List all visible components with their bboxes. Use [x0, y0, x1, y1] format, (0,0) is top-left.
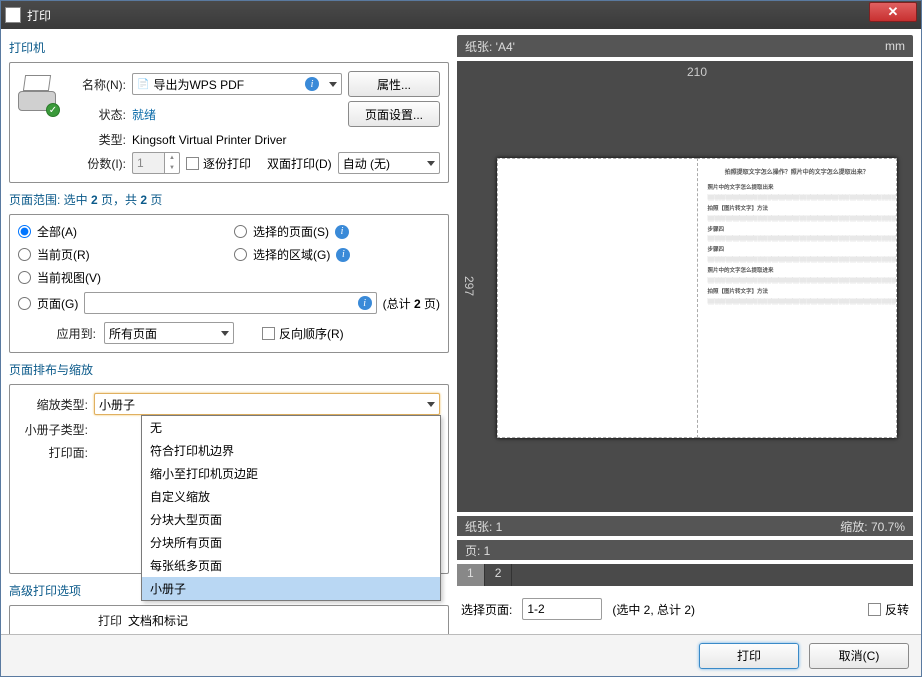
footer: 打印 取消(C): [1, 634, 921, 676]
pages-input[interactable]: i: [84, 292, 376, 314]
app-icon: [5, 7, 21, 23]
print-dialog: 打印 ✕ 打印机 ✓ 名称(N): 📄导出为WPS PDF i 属性... 状态…: [0, 0, 922, 677]
select-pages-label: 选择页面:: [461, 601, 512, 618]
copies-label: 份数(I):: [66, 155, 126, 172]
option-booklet[interactable]: 小册子: [142, 577, 440, 600]
name-label: 名称(N):: [66, 76, 126, 93]
type-label: 类型:: [66, 131, 126, 148]
option-fit-printer[interactable]: 符合打印机边界: [142, 439, 440, 462]
duplex-label: 双面打印(D): [267, 155, 332, 172]
booklet-type-label: 小册子类型:: [18, 421, 88, 438]
info-icon[interactable]: i: [335, 225, 349, 239]
layout-section-title: 页面排布与缩放: [9, 361, 449, 378]
preview-sheet: 拍照提取文字怎么操作？照片中的文字怎么提取出来？ 照片中的文字怎么提取出来 ░░…: [497, 158, 897, 438]
info-icon[interactable]: i: [358, 296, 372, 310]
option-tile-large[interactable]: 分块大型页面: [142, 508, 440, 531]
preview-area: 297 210 拍照提取文字怎么操作？照片中的文字怎么提取出来？ 照片中的文字怎…: [457, 61, 913, 512]
range-selected-pages-radio[interactable]: 选择的页面(S) i: [234, 223, 440, 240]
printer-icon: ✓: [18, 75, 58, 115]
option-tile-all[interactable]: 分块所有页面: [142, 531, 440, 554]
ruler-vertical: 297: [457, 61, 481, 512]
window-title: 打印: [27, 7, 869, 24]
copies-spinner[interactable]: 1 ▲▼: [132, 152, 180, 174]
layout-panel: 缩放类型: 小册子 小册子类型: 打印面: 无 符合打印机边界 缩小至打印机页边…: [9, 384, 449, 574]
range-panel: 全部(A) 选择的页面(S) i 当前页(R) 选择的区域(G) i 当前视图(…: [9, 214, 449, 353]
page-tab-2[interactable]: 2: [485, 564, 513, 586]
preview-meta2: 页: 1: [457, 540, 913, 560]
zoom-type-dropdown[interactable]: 无 符合打印机边界 缩小至打印机页边距 自定义缩放 分块大型页面 分块所有页面 …: [141, 415, 441, 601]
print-what-value: 文档和标记: [128, 612, 188, 629]
properties-button[interactable]: 属性...: [348, 71, 440, 97]
pages-total-text: (总计 2 页): [383, 295, 440, 312]
status-label: 状态:: [66, 106, 126, 123]
preview-meta: 纸张: 1 缩放: 70.7%: [457, 516, 913, 536]
info-icon[interactable]: i: [305, 77, 319, 91]
print-button[interactable]: 打印: [699, 643, 799, 669]
printer-panel: ✓ 名称(N): 📄导出为WPS PDF i 属性... 状态: 就绪 页面设置…: [9, 62, 449, 183]
apply-select[interactable]: 所有页面: [104, 322, 234, 344]
collate-checkbox[interactable]: 逐份打印: [186, 155, 251, 172]
duplex-select[interactable]: 自动 (无): [338, 152, 440, 174]
range-view-radio[interactable]: 当前视图(V): [18, 269, 224, 286]
option-multi-per-sheet[interactable]: 每张纸多页面: [142, 554, 440, 577]
select-pages-info: (选中 2, 总计 2): [612, 601, 695, 618]
titlebar: 打印 ✕: [1, 1, 921, 29]
range-selected-area-radio[interactable]: 选择的区域(G) i: [234, 246, 440, 263]
print-what-label: 打印: [18, 612, 122, 629]
page-setup-button[interactable]: 页面设置...: [348, 101, 440, 127]
page-tab-1[interactable]: 1: [457, 564, 485, 586]
printer-name-select[interactable]: 📄导出为WPS PDF i: [132, 73, 342, 95]
preview-page-content: 拍照提取文字怎么操作？照片中的文字怎么提取出来？ 照片中的文字怎么提取出来 ░░…: [697, 158, 898, 438]
select-pages-input[interactable]: 1-2: [522, 598, 602, 620]
paper-header: 纸张: 'A4'mm: [457, 35, 913, 57]
status-value[interactable]: 就绪: [132, 106, 342, 123]
info-icon[interactable]: i: [336, 248, 350, 262]
print-side-label: 打印面:: [18, 444, 88, 461]
range-all-radio[interactable]: 全部(A): [18, 223, 224, 240]
zoom-type-select[interactable]: 小册子: [94, 393, 440, 415]
apply-label: 应用到:: [18, 325, 96, 342]
close-button[interactable]: ✕: [869, 2, 917, 22]
printer-section-title: 打印机: [9, 39, 449, 56]
range-pages-radio[interactable]: 页面(G): [18, 295, 78, 312]
range-current-radio[interactable]: 当前页(R): [18, 246, 224, 263]
option-custom-zoom[interactable]: 自定义缩放: [142, 485, 440, 508]
reverse-order-checkbox[interactable]: 反向顺序(R): [262, 325, 344, 342]
option-shrink-margins[interactable]: 缩小至打印机页边距: [142, 462, 440, 485]
reverse-checkbox[interactable]: 反转: [868, 601, 909, 618]
pager: 1 2: [457, 564, 913, 586]
cancel-button[interactable]: 取消(C): [809, 643, 909, 669]
ruler-horizontal: 210: [481, 61, 913, 83]
option-none[interactable]: 无: [142, 416, 440, 439]
zoom-type-label: 缩放类型:: [18, 396, 88, 413]
type-value: Kingsoft Virtual Printer Driver: [132, 133, 440, 147]
range-section-title: 页面范围: 选中 2 页，共 2 页: [9, 191, 449, 208]
